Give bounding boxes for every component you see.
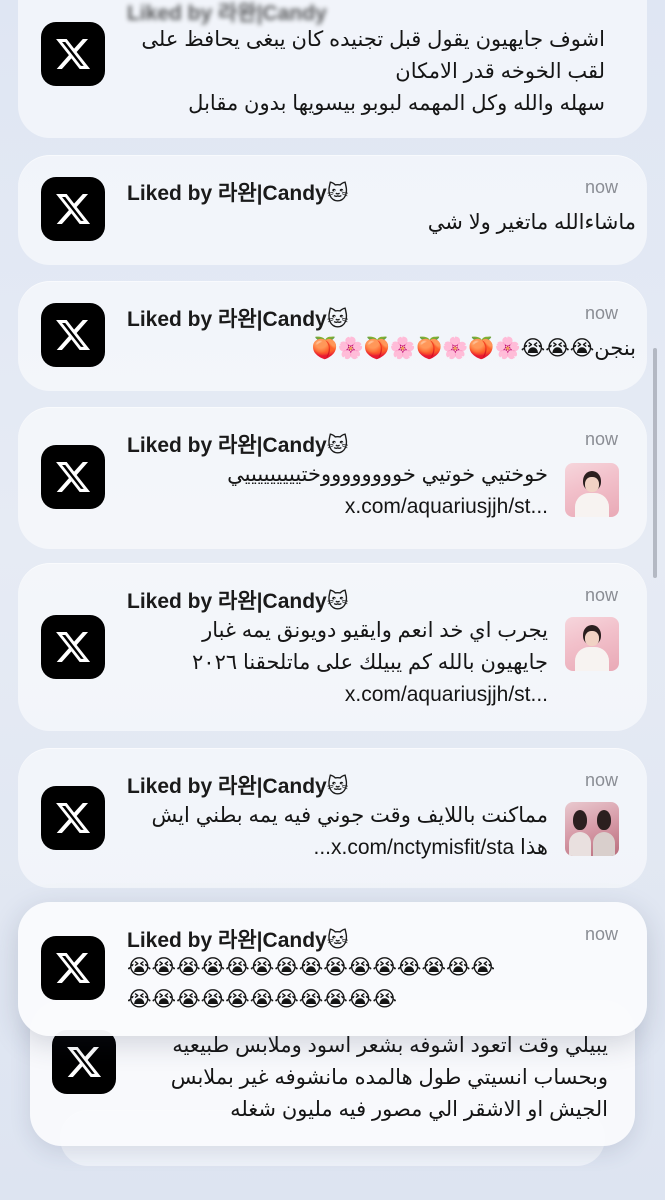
cat-emoji-icon: 🐱 <box>326 775 349 798</box>
notification-title: Liked by 라완|Candy <box>127 2 327 25</box>
cat-emoji-icon: 🐱 <box>326 308 349 331</box>
notification-title: Liked by 라완|Candy🐱 <box>127 590 349 613</box>
body-link: هذا x.com/nctymisfit/sta... <box>313 836 549 859</box>
body-line: ماشاءالله ماتغير ولا شي <box>427 211 636 234</box>
notification-card-top-partial[interactable]: Liked by 라완|Candy اشوف جايهيون يقول قبل … <box>18 0 647 138</box>
body-line: بنجن😭😭😭🌸🍑🌸🍑🌸🍑🌸🍑 <box>311 337 636 360</box>
notification-time: now <box>584 303 618 323</box>
body-line: لقب الخوخه قدر الامكان <box>395 60 605 83</box>
x-logo-icon <box>52 1030 116 1094</box>
cat-emoji-icon: 🐱 <box>326 434 349 457</box>
body-line: خوختيي خوتيي خووووووووختيييييييييي <box>227 463 548 486</box>
body-line: الجيش او الاشقر الي مصور فيه مليون شغله <box>230 1098 608 1121</box>
thumbnail-image <box>565 463 619 517</box>
cat-emoji-icon: 🐱 <box>326 929 349 952</box>
x-logo-icon <box>41 615 105 679</box>
body-line: اشوف جايهيون يقول قبل تجنيده كان يبغى يح… <box>141 28 605 51</box>
notification-body: ماشاءالله ماتغير ولا شي <box>127 207 636 239</box>
notification-title: Liked by 라완|Candy🐱 <box>127 434 349 457</box>
body-link: x.com/aquariusjjh/st... <box>344 683 548 706</box>
notification-card[interactable]: Liked by 라완|Candy🐱 now ماشاءالله ماتغير … <box>18 155 647 265</box>
notification-time: now <box>584 924 618 944</box>
scrollbar[interactable] <box>653 348 657 578</box>
body-line: 😭😭😭😭😭😭😭😭😭😭😭😭😭😭😭 <box>127 956 496 979</box>
notification-body: خوختيي خوتيي خووووووووختيييييييييي x.com… <box>127 459 548 523</box>
notification-card[interactable]: Liked by 라완|Candy🐱 now مماكنت باللايف وق… <box>18 748 647 888</box>
notification-body: بنجن😭😭😭🌸🍑🌸🍑🌸🍑🌸🍑 <box>127 333 636 365</box>
notification-time: now <box>584 177 618 197</box>
notification-card-front[interactable]: Liked by 라완|Candy🐱 now 😭😭😭😭😭😭😭😭😭😭😭😭😭😭😭 😭… <box>18 902 647 1036</box>
body-line: سهله والله وكل المهمه لبوبو بيسويها بدون… <box>188 92 605 115</box>
x-logo-icon <box>41 445 105 509</box>
notification-title: Liked by 라완|Candy🐱 <box>127 308 349 331</box>
notification-title: Liked by 라완|Candy🐱 <box>127 182 349 205</box>
notification-body: يبيلي وقت اتعود اشوفه بشعر اسود وملابس ط… <box>138 1030 608 1126</box>
notification-body: 😭😭😭😭😭😭😭😭😭😭😭😭😭😭😭 😭😭😭😭😭😭😭😭😭😭😭 <box>127 952 619 1016</box>
x-logo-icon <box>41 786 105 850</box>
notification-card[interactable]: Liked by 라완|Candy🐱 now يجرب اي خد انعم و… <box>18 563 647 731</box>
notification-title: Liked by 라완|Candy🐱 <box>127 775 349 798</box>
x-logo-icon <box>41 22 105 86</box>
body-line: مماكنت باللايف وقت جوني فيه يمه بطني ايش <box>151 804 548 827</box>
x-logo-icon <box>41 936 105 1000</box>
body-link: x.com/aquariusjjh/st... <box>344 495 548 518</box>
body-line: 😭😭😭😭😭😭😭😭😭😭😭 <box>127 988 397 1011</box>
notification-body: يجرب اي خد انعم وايقيو دويونق يمه غبار ج… <box>127 615 548 711</box>
notification-card[interactable]: Liked by 라완|Candy🐱 now بنجن😭😭😭🌸🍑🌸🍑🌸🍑🌸🍑 <box>18 281 647 391</box>
notification-card[interactable]: Liked by 라완|Candy🐱 now خوختيي خوتيي خووو… <box>18 407 647 549</box>
body-line: جايهيون بالله كم يبيلك على ماتلحقنا ٢٠٢٦ <box>192 651 548 674</box>
x-logo-icon <box>41 177 105 241</box>
body-line: وبحساب انسيتي طول هالمده مانشوفه غير بمل… <box>170 1066 608 1089</box>
notification-time: now <box>584 429 618 449</box>
notification-time: now <box>584 770 618 790</box>
notification-time: now <box>584 585 618 605</box>
thumbnail-image <box>565 802 619 856</box>
x-logo-icon <box>41 303 105 367</box>
notification-body: اشوف جايهيون يقول قبل تجنيده كان يبغى يح… <box>127 24 605 120</box>
notification-body: مماكنت باللايف وقت جوني فيه يمه بطني ايش… <box>127 800 548 864</box>
cat-emoji-icon: 🐱 <box>326 590 349 613</box>
thumbnail-image <box>565 617 619 671</box>
notification-title: Liked by 라완|Candy🐱 <box>127 929 349 952</box>
body-line: يجرب اي خد انعم وايقيو دويونق يمه غبار <box>202 619 548 642</box>
cat-emoji-icon: 🐱 <box>326 182 349 205</box>
